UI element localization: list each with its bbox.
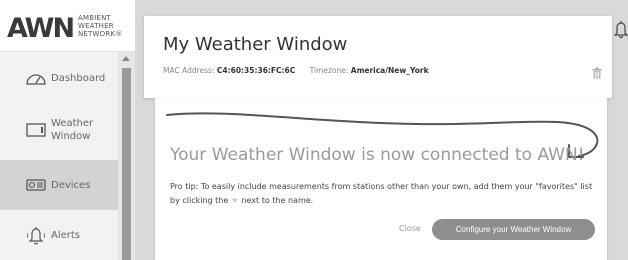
configure-weather-window-button[interactable]: Configure your Weather Window xyxy=(432,219,595,240)
timezone-label: Timezone: xyxy=(309,66,349,75)
logo-mark: AWN xyxy=(7,13,75,44)
notification-bell-icon[interactable] xyxy=(613,20,628,38)
logo-text: AMBIENT WEATHER NETWORK® xyxy=(78,14,122,38)
logo-line-1: AMBIENT xyxy=(78,14,112,22)
device-icon xyxy=(25,175,47,195)
close-link[interactable]: Close xyxy=(399,224,421,233)
scrollbar-thumb[interactable] xyxy=(122,68,131,260)
awn-logo[interactable]: AWN AMBIENT WEATHER NETWORK® xyxy=(0,0,135,52)
page-title: My Weather Window xyxy=(163,34,348,55)
trash-icon[interactable] xyxy=(592,64,602,79)
scroll-up-icon[interactable] xyxy=(122,56,130,61)
timezone-value: America/New_York xyxy=(350,66,429,75)
sidebar-item-label: Devices xyxy=(51,179,91,191)
mac-address-value: C4:60:35:36:FC:6C xyxy=(216,66,296,75)
gauge-icon xyxy=(25,68,47,88)
star-icon: ★ xyxy=(230,196,239,206)
sidebar-item-dashboard[interactable]: Dashboard xyxy=(0,53,118,103)
sidebar-item-label: Weather Window xyxy=(51,118,94,142)
sidebar-item-alerts[interactable]: Alerts xyxy=(0,210,118,260)
logo-line-3: NETWORK® xyxy=(78,30,123,38)
sidebar-item-label: Alerts xyxy=(51,229,81,241)
monitor-icon xyxy=(25,120,47,140)
device-meta: MAC Address: C4:60:35:36:FC:6C Timezone:… xyxy=(163,66,429,75)
sidebar: AWN AMBIENT WEATHER NETWORK® Dashboard W… xyxy=(0,0,135,260)
device-header-card: My Weather Window MAC Address: C4:60:35:… xyxy=(144,16,612,98)
sidebar-item-devices[interactable]: Devices xyxy=(0,160,118,210)
sidebar-item-label: Dashboard xyxy=(51,72,106,84)
logo-line-2: WEATHER xyxy=(78,22,114,30)
bell-icon xyxy=(25,225,47,245)
sidebar-scrollbar[interactable] xyxy=(118,52,135,260)
mac-address-label: MAC Address: xyxy=(163,66,215,75)
connected-card: Your Weather Window is now connected to … xyxy=(155,98,607,260)
connected-message: Your Weather Window is now connected to … xyxy=(170,145,585,165)
sidebar-item-weather-window[interactable]: Weather Window xyxy=(0,105,118,155)
pro-tip-text: Pro tip: To easily include measurements … xyxy=(170,180,600,208)
pro-tip-part-2: next to the name. xyxy=(241,196,314,205)
